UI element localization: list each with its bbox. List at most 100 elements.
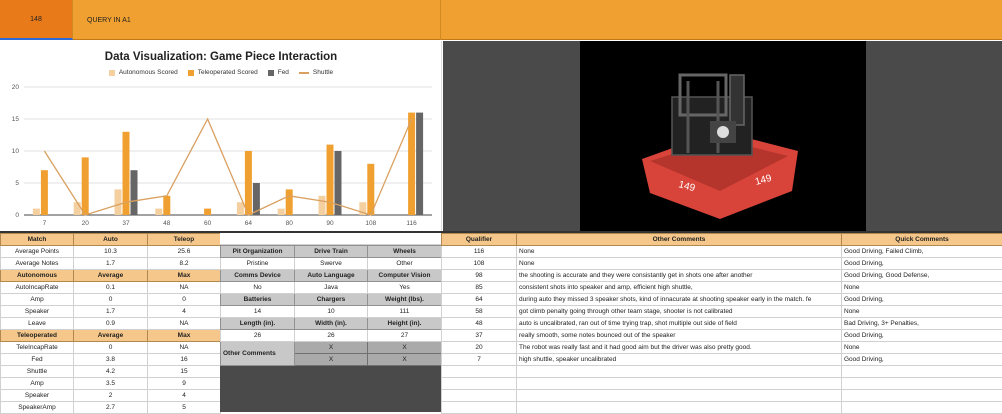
cell[interactable]: NA bbox=[148, 282, 221, 294]
cell[interactable]: Swerve bbox=[295, 258, 368, 270]
cell[interactable]: Amp bbox=[1, 294, 74, 306]
cell[interactable]: 111 bbox=[368, 306, 442, 318]
header-drive-train[interactable]: Drive Train bbox=[295, 246, 368, 258]
cell[interactable]: None bbox=[842, 282, 1002, 294]
cell[interactable]: Good Driving, Failed Climb, bbox=[842, 246, 1002, 258]
cell[interactable]: Fed bbox=[1, 354, 74, 366]
header-chargers[interactable]: Chargers bbox=[295, 294, 368, 306]
cell[interactable]: 1.7 bbox=[74, 306, 148, 318]
cell[interactable]: really smooth, some notes bounced out of… bbox=[517, 330, 842, 342]
cell[interactable]: NA bbox=[148, 318, 221, 330]
cell[interactable]: None bbox=[842, 306, 1002, 318]
cell[interactable]: None bbox=[842, 342, 1002, 354]
cell[interactable]: 10 bbox=[295, 306, 368, 318]
cell[interactable]: 4.2 bbox=[74, 366, 148, 378]
header-other-comments[interactable]: Other Comments bbox=[517, 234, 842, 246]
cell[interactable]: Average Notes bbox=[1, 258, 74, 270]
header-average[interactable]: Average bbox=[74, 330, 148, 342]
cell[interactable]: Pristine bbox=[221, 258, 295, 270]
cell-b1[interactable]: QUERY IN A1 bbox=[73, 0, 441, 40]
cell[interactable]: 98 bbox=[442, 270, 517, 282]
cell-x[interactable]: X bbox=[368, 354, 442, 366]
cell[interactable]: The robot was really fast and it had goo… bbox=[517, 342, 842, 354]
cell[interactable]: Leave bbox=[1, 318, 74, 330]
cell[interactable]: Java bbox=[295, 282, 368, 294]
cell[interactable]: 0.9 bbox=[74, 318, 148, 330]
header-teleoperated[interactable]: Teleoperated bbox=[1, 330, 74, 342]
cell[interactable]: 3.8 bbox=[74, 354, 148, 366]
cell[interactable]: 16 bbox=[148, 354, 221, 366]
cell[interactable]: 2 bbox=[74, 390, 148, 402]
header-wheels[interactable]: Wheels bbox=[368, 246, 442, 258]
cell[interactable]: got climb penalty going through other te… bbox=[517, 306, 842, 318]
cell[interactable]: 1.7 bbox=[74, 258, 148, 270]
cell[interactable]: 27 bbox=[368, 330, 442, 342]
cell[interactable]: 14 bbox=[221, 306, 295, 318]
cell[interactable]: None bbox=[517, 246, 842, 258]
header-teleop[interactable]: Teleop bbox=[148, 234, 221, 246]
cell[interactable] bbox=[517, 366, 842, 378]
cell[interactable]: 8.2 bbox=[148, 258, 221, 270]
cell[interactable]: 20 bbox=[442, 342, 517, 354]
cell-x[interactable]: X bbox=[295, 342, 368, 354]
header-quick-comments[interactable]: Quick Comments bbox=[842, 234, 1002, 246]
cell[interactable]: 4 bbox=[148, 306, 221, 318]
cell[interactable]: during auto they missed 3 speaker shots,… bbox=[517, 294, 842, 306]
cell[interactable]: 9 bbox=[148, 378, 221, 390]
cell[interactable] bbox=[842, 366, 1002, 378]
cell[interactable]: 64 bbox=[442, 294, 517, 306]
cell[interactable]: 0 bbox=[148, 294, 221, 306]
cell[interactable]: consistent shots into speaker and amp, e… bbox=[517, 282, 842, 294]
cell[interactable]: Other bbox=[368, 258, 442, 270]
header-batteries[interactable]: Batteries bbox=[221, 294, 295, 306]
cell[interactable]: 7 bbox=[442, 354, 517, 366]
header-autonomous[interactable]: Autonomous bbox=[1, 270, 74, 282]
cell[interactable]: Good Driving, bbox=[842, 258, 1002, 270]
chart-panel[interactable]: Data Visualization: Game Piece Interacti… bbox=[0, 41, 442, 231]
header-auto-language[interactable]: Auto Language bbox=[295, 270, 368, 282]
cell[interactable]: 0.1 bbox=[74, 282, 148, 294]
header-max[interactable]: Max bbox=[148, 270, 221, 282]
cell[interactable]: 0 bbox=[74, 294, 148, 306]
cell[interactable]: 37 bbox=[442, 330, 517, 342]
cell[interactable]: 26 bbox=[295, 330, 368, 342]
cell[interactable]: Bad Driving, 3+ Penalties, bbox=[842, 318, 1002, 330]
cell[interactable]: Amp bbox=[1, 378, 74, 390]
cell[interactable]: NA bbox=[148, 342, 221, 354]
cell[interactable]: 26 bbox=[221, 330, 295, 342]
cell-x[interactable]: X bbox=[368, 342, 442, 354]
cell[interactable]: 25.6 bbox=[148, 246, 221, 258]
cell[interactable]: Average Points bbox=[1, 246, 74, 258]
cell[interactable]: Good Driving, bbox=[842, 330, 1002, 342]
cell[interactable]: Good Driving, Good Defense, bbox=[842, 270, 1002, 282]
cell[interactable] bbox=[517, 378, 842, 390]
cell[interactable]: Yes bbox=[368, 282, 442, 294]
cell[interactable]: high shuttle, speaker uncalibrated bbox=[517, 354, 842, 366]
header-width[interactable]: Width (in). bbox=[295, 318, 368, 330]
cell[interactable]: 116 bbox=[442, 246, 517, 258]
cell[interactable]: AutoIncapRate bbox=[1, 282, 74, 294]
cell[interactable]: the shooting is accurate and they were c… bbox=[517, 270, 842, 282]
header-height[interactable]: Height (in). bbox=[368, 318, 442, 330]
cell[interactable]: Speaker bbox=[1, 306, 74, 318]
cell[interactable]: No bbox=[221, 282, 295, 294]
cell[interactable]: 85 bbox=[442, 282, 517, 294]
cell[interactable]: 4 bbox=[148, 390, 221, 402]
cell[interactable]: 10.3 bbox=[74, 246, 148, 258]
cell[interactable]: auto is uncalibrated, ran out of time tr… bbox=[517, 318, 842, 330]
cell[interactable]: Good Driving, bbox=[842, 354, 1002, 366]
header-match[interactable]: Match bbox=[1, 234, 74, 246]
header-comms-device[interactable]: Comms Device bbox=[221, 270, 295, 282]
cell[interactable]: TeleIncapRate bbox=[1, 342, 74, 354]
cell[interactable]: Shuttle bbox=[1, 366, 74, 378]
cell[interactable]: 108 bbox=[442, 258, 517, 270]
cell-c1[interactable] bbox=[441, 0, 1002, 40]
cell[interactable]: Good Driving, bbox=[842, 294, 1002, 306]
cell[interactable] bbox=[442, 390, 517, 402]
cell-a1[interactable]: 148 bbox=[0, 0, 73, 40]
header-weight[interactable]: Weight (lbs). bbox=[368, 294, 442, 306]
header-max[interactable]: Max bbox=[148, 330, 221, 342]
cell[interactable]: 0 bbox=[74, 342, 148, 354]
cell[interactable] bbox=[442, 378, 517, 390]
header-auto[interactable]: Auto bbox=[74, 234, 148, 246]
